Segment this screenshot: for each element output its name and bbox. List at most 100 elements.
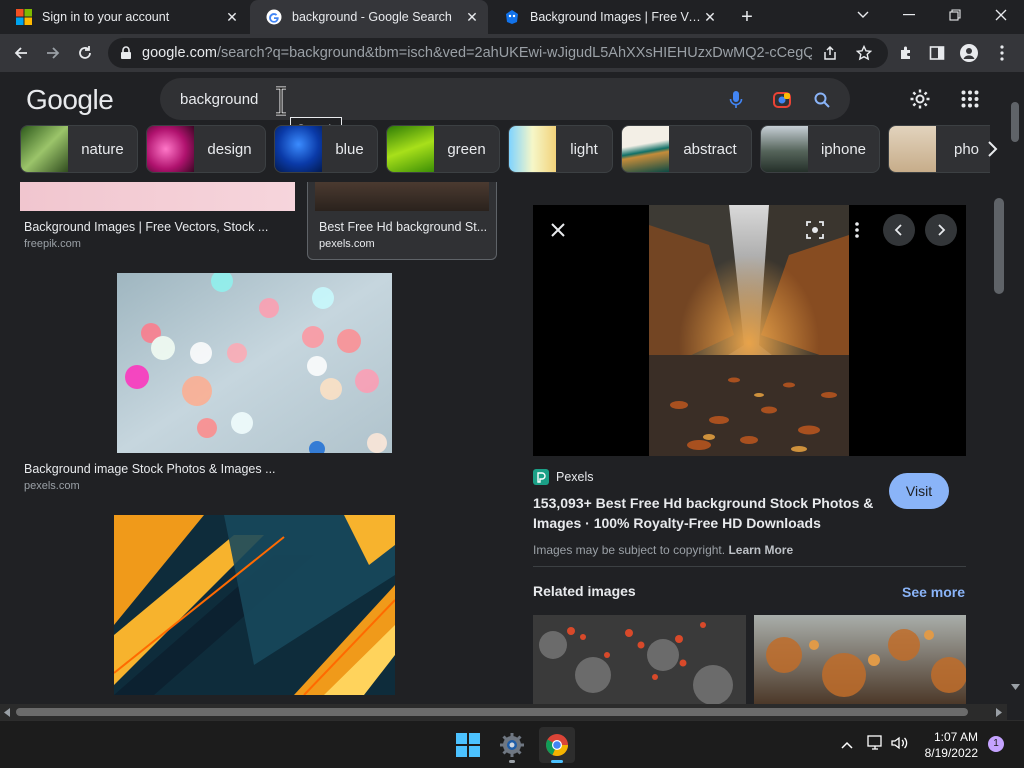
menu-kebab-icon[interactable] <box>989 41 1015 65</box>
preview-source-name[interactable]: Pexels <box>556 470 594 484</box>
result-title[interactable]: Background Images | Free Vectors, Stock … <box>24 220 268 234</box>
clock-date: 8/19/2022 <box>924 746 978 760</box>
close-tab-icon[interactable]: ✕ <box>224 9 240 25</box>
chip-label: design <box>207 140 252 158</box>
chrome-app-icon[interactable] <box>539 727 575 763</box>
search-icon[interactable] <box>810 88 834 112</box>
result-source[interactable]: freepik.com <box>24 238 81 250</box>
chip-thumbnail <box>889 126 936 172</box>
chip-nature[interactable]: nature <box>20 125 138 173</box>
horizontal-scrollbar[interactable] <box>0 704 1007 720</box>
chips-next-chevron-icon[interactable] <box>978 132 1008 166</box>
tab-title: Sign in to your account <box>42 10 170 24</box>
side-panel-icon[interactable] <box>924 41 950 65</box>
see-more-link[interactable]: See more <box>902 584 965 600</box>
bookmark-star-icon[interactable] <box>856 45 872 61</box>
reload-icon[interactable] <box>72 41 98 65</box>
share-icon[interactable] <box>822 45 838 61</box>
result-image-bokeh[interactable] <box>117 273 392 453</box>
result-source[interactable]: pexels.com <box>319 238 375 250</box>
result-title[interactable]: Best Free Hd background St... <box>319 220 487 234</box>
result-title[interactable]: Background image Stock Photos & Images .… <box>24 462 276 476</box>
result-image-pink[interactable] <box>20 182 295 211</box>
apps-grid-icon[interactable] <box>957 86 983 112</box>
extensions-icon[interactable] <box>893 41 919 65</box>
chip-light[interactable]: light <box>508 125 613 173</box>
chip-thumbnail <box>622 126 669 172</box>
tab-freepik[interactable]: Background Images | Free Vectors ✕ <box>488 0 726 34</box>
chip-thumbnail <box>147 126 194 172</box>
address-bar[interactable]: google.com/search?q=background&tbm=isch&… <box>108 38 888 68</box>
settings-gear-icon[interactable] <box>906 85 934 113</box>
scroll-left-arrow-icon[interactable] <box>4 708 10 717</box>
settings-app-icon[interactable] <box>494 727 530 763</box>
divider <box>533 566 966 567</box>
search-box <box>160 78 850 120</box>
show-hidden-icons-chevron-icon[interactable] <box>840 737 854 755</box>
chip-label: abstract <box>683 140 737 158</box>
chip-green[interactable]: green <box>386 125 500 173</box>
tab-title: background - Google Search <box>292 10 452 24</box>
windows-taskbar: 1:07 AM 8/19/2022 1 <box>0 720 1024 768</box>
freepik-icon <box>506 10 518 24</box>
chip-design[interactable]: design <box>146 125 266 173</box>
google-logo[interactable]: Google <box>26 84 114 116</box>
chip-label: nature <box>81 140 124 158</box>
chip-thumbnail <box>761 126 808 172</box>
chip-thumbnail <box>387 126 434 172</box>
chip-pho[interactable]: pho <box>888 125 990 173</box>
scroll-down-arrow-icon[interactable] <box>1011 684 1020 690</box>
close-preview-icon[interactable] <box>542 214 574 246</box>
lock-icon[interactable] <box>120 46 132 60</box>
search-input[interactable] <box>180 88 700 110</box>
scrollbar-thumb[interactable] <box>994 198 1004 294</box>
chip-blue[interactable]: blue <box>274 125 378 173</box>
chip-thumbnail <box>275 126 322 172</box>
image-results: Background Images | Free Vectors, Stock … <box>0 182 510 706</box>
back-icon[interactable] <box>8 41 34 65</box>
tab-google-search[interactable]: background - Google Search ✕ <box>250 0 488 34</box>
windows-start-icon[interactable] <box>450 727 486 763</box>
voice-search-icon[interactable] <box>724 88 748 112</box>
learn-more-link[interactable]: Learn More <box>728 543 793 557</box>
volume-icon[interactable] <box>890 735 910 756</box>
visit-button[interactable]: Visit <box>889 473 949 509</box>
preview-title-link[interactable]: 153,093+ Best Free Hd background Stock P… <box>533 493 873 533</box>
lens-search-icon[interactable] <box>770 88 794 112</box>
scroll-right-arrow-icon[interactable] <box>996 708 1002 717</box>
scrollbar-thumb[interactable] <box>16 708 968 716</box>
results-scrollbar[interactable] <box>991 180 1007 706</box>
chip-label: green <box>447 140 486 158</box>
related-image-1[interactable] <box>533 615 746 706</box>
previous-image-icon[interactable] <box>883 214 915 246</box>
close-tab-icon[interactable]: ✕ <box>464 9 480 25</box>
forward-icon[interactable] <box>40 41 66 65</box>
clock-time: 1:07 AM <box>933 730 978 744</box>
url-text: google.com/search?q=background&tbm=isch&… <box>142 45 812 61</box>
chip-iphone[interactable]: iphone <box>760 125 880 173</box>
chip-abstract[interactable]: abstract <box>621 125 752 173</box>
profile-icon[interactable] <box>956 41 982 65</box>
minimize-icon[interactable] <box>886 0 932 30</box>
page-vertical-scrollbar[interactable] <box>1007 72 1024 720</box>
tab-sign-in[interactable]: Sign in to your account ✕ <box>0 0 248 34</box>
chip-thumbnail <box>21 126 68 172</box>
system-clock[interactable]: 1:07 AM 8/19/2022 <box>912 729 978 761</box>
page-content: Google Search nature design <box>0 72 1024 706</box>
chip-label: blue <box>335 140 364 158</box>
result-image-leaves[interactable] <box>315 182 489 211</box>
notification-badge[interactable]: 1 <box>988 736 1004 752</box>
tab-search-icon[interactable] <box>840 0 886 30</box>
related-image-2[interactable] <box>754 615 966 706</box>
lens-scan-icon[interactable] <box>799 214 831 246</box>
more-options-icon[interactable] <box>841 214 873 246</box>
new-tab-icon[interactable]: + <box>732 2 762 32</box>
restore-icon[interactable] <box>932 0 978 30</box>
result-image-abstract-orange[interactable] <box>114 515 395 695</box>
scrollbar-thumb[interactable] <box>1011 102 1019 142</box>
close-window-icon[interactable] <box>978 0 1024 30</box>
result-source[interactable]: pexels.com <box>24 480 80 492</box>
next-image-icon[interactable] <box>925 214 957 246</box>
close-tab-icon[interactable]: ✕ <box>702 9 718 25</box>
network-icon[interactable] <box>866 735 884 756</box>
